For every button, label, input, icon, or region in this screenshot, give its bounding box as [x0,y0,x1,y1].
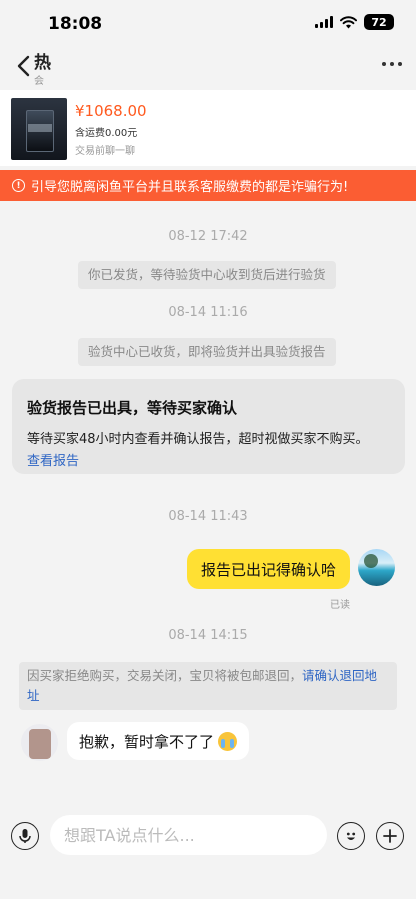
battery-indicator: 72 [364,14,394,30]
chat-subtitle: 会 [34,76,44,87]
avatar-image [364,554,378,568]
dot-icon [398,62,402,66]
signal-icon [315,16,333,28]
my-message-bubble[interactable]: 报告已出记得确认哈 [186,549,350,589]
dot-icon [390,62,394,66]
wifi-icon [340,15,357,28]
chat-title: 热 [34,53,51,73]
buyer-message-text: 抱歉，暂时拿不了了 [79,732,215,751]
system-message-shipped: 你已发货，等待验货中心收到货后进行验货 [78,261,336,289]
product-price: ¥1068.00 [75,102,147,120]
report-title: 验货报告已出具，等待买家确认 [27,399,238,417]
my-avatar[interactable] [358,549,395,586]
message-input[interactable] [50,815,327,855]
buyer-message-bubble[interactable]: 抱歉，暂时拿不了了 [67,722,250,760]
system-message-refusal: 因买家拒绝购买，交易关闭，宝贝将被包邮退回，请确认退回地址 [19,662,397,710]
warning-text: 引导您脱离闲鱼平台并且联系客服缴费的都是诈骗行为! [31,180,349,195]
more-actions-button[interactable] [376,822,404,850]
buyer-avatar[interactable] [21,724,58,761]
product-card[interactable]: ¥1068.00 含运费0.00元 交易前聊一聊 [0,90,416,166]
message-timestamp: 08-14 11:16 [168,305,248,320]
read-receipt: 已读 [330,600,350,611]
nav-bar: 热 会 [0,46,416,87]
crying-face-icon [218,731,238,751]
message-timestamp: 08-14 11:43 [168,509,248,524]
bottle-label [28,124,52,132]
voice-input-button[interactable] [11,822,39,850]
plus-icon [383,829,397,843]
more-options-button[interactable] [382,62,402,66]
emoji-button[interactable] [337,822,365,850]
product-image[interactable] [11,98,67,160]
dot-icon [382,62,386,66]
pre-trade-chat-label: 交易前聊一聊 [75,146,135,157]
status-icons: 72 [315,14,394,30]
chat-input-bar [0,800,416,899]
my-message-text: 报告已出记得确认哈 [200,560,336,579]
view-report-link[interactable]: 查看报告 [27,450,390,469]
report-description: 等待买家48小时内查看并确认报告，超时视做买家不购买。 [27,432,369,447]
fraud-warning-banner: ! 引导您脱离闲鱼平台并且联系客服缴费的都是诈骗行为! [0,170,416,201]
message-timestamp: 08-14 14:15 [168,628,248,643]
inspection-report-card: 验货报告已出具，等待买家确认 等待买家48小时内查看并确认报告，超时视做买家不购… [12,379,405,474]
microphone-icon [19,829,31,843]
warning-icon: ! [12,179,25,192]
status-time: 18:08 [48,14,103,34]
refusal-text: 因买家拒绝购买，交易关闭，宝贝将被包邮退回， [27,668,303,683]
status-bar: 18:08 72 [0,0,416,46]
avatar-image [29,729,51,759]
smiley-icon [346,832,356,840]
system-message-received: 验货中心已收货，即将验货并出具验货报告 [78,338,336,366]
shipping-fee: 含运费0.00元 [75,128,138,139]
message-timestamp: 08-12 17:42 [168,229,248,244]
